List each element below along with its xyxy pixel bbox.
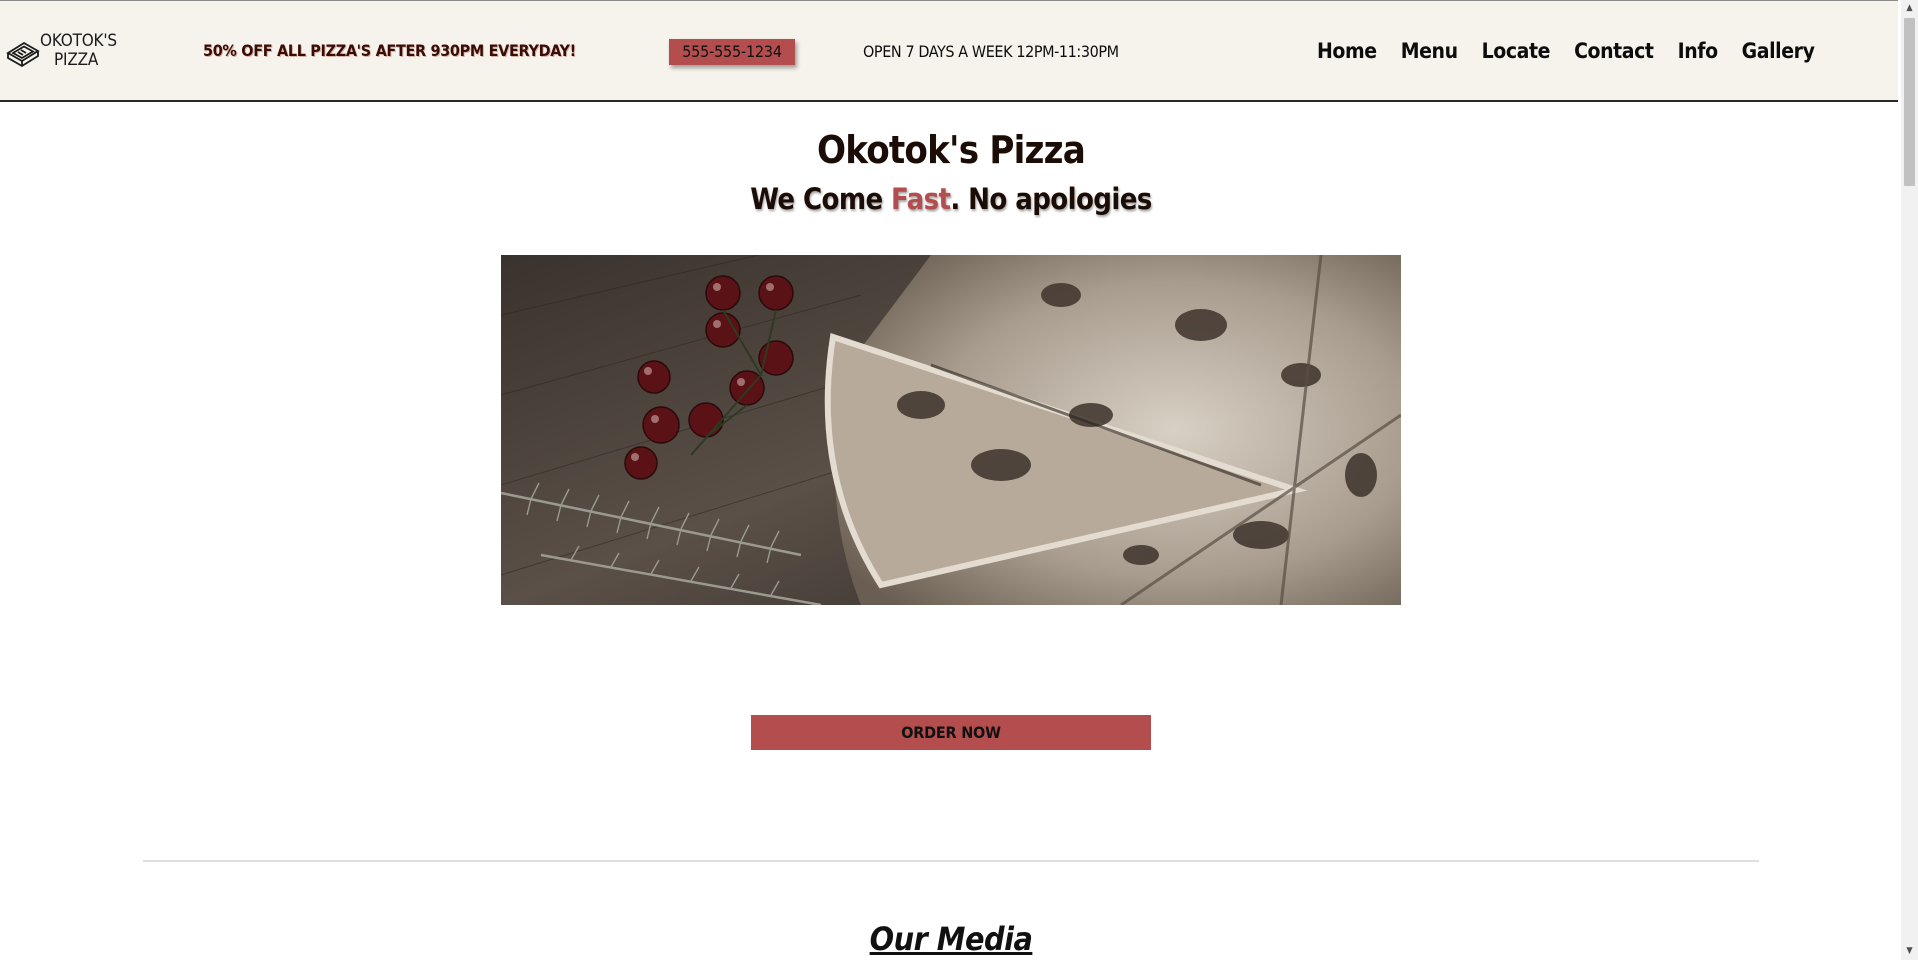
page: OKOTOK'S PIZZA 50% OFF ALL PIZZA'S AFTER… bbox=[0, 0, 1918, 960]
nav-locate[interactable]: Locate bbox=[1482, 39, 1551, 63]
phone-number[interactable]: 555-555-1234 bbox=[669, 39, 795, 65]
logo-text-line1: OKOTOK'S bbox=[40, 31, 117, 51]
our-media-heading: Our Media bbox=[869, 920, 1033, 958]
hero-pizza-image bbox=[501, 255, 1401, 605]
subtitle-pre: We Come bbox=[750, 182, 892, 216]
logo[interactable]: OKOTOK'S PIZZA bbox=[4, 29, 117, 77]
subtitle-accent: Fast bbox=[891, 182, 951, 216]
scroll-down-arrow-icon[interactable]: ▼ bbox=[1901, 943, 1918, 960]
logo-text-line2: PIZZA bbox=[54, 50, 99, 70]
top-bar: OKOTOK'S PIZZA 50% OFF ALL PIZZA'S AFTER… bbox=[0, 0, 1898, 102]
promo-banner: 50% OFF ALL PIZZA'S AFTER 930PM EVERYDAY… bbox=[203, 41, 576, 60]
nav-info[interactable]: Info bbox=[1678, 39, 1718, 63]
pizza-photo-icon bbox=[501, 255, 1401, 605]
hero-title: Okotok's Pizza bbox=[817, 128, 1086, 172]
subtitle-post: . No apologies bbox=[950, 182, 1152, 216]
main-nav: Home Menu Locate Contact Info Gallery bbox=[1317, 39, 1815, 63]
hero-subtitle: We Come Fast. No apologies bbox=[0, 182, 1902, 216]
scroll-up-arrow-icon[interactable]: ▲ bbox=[1901, 0, 1918, 17]
nav-gallery[interactable]: Gallery bbox=[1742, 39, 1815, 63]
order-now-button[interactable]: ORDER NOW bbox=[751, 715, 1151, 750]
nav-home[interactable]: Home bbox=[1317, 39, 1377, 63]
section-divider bbox=[143, 860, 1759, 862]
pizza-box-icon bbox=[6, 41, 40, 68]
nav-contact[interactable]: Contact bbox=[1574, 39, 1654, 63]
opening-hours: OPEN 7 DAYS A WEEK 12PM-11:30PM bbox=[863, 42, 1119, 61]
vertical-scrollbar[interactable]: ▲ ▼ bbox=[1901, 0, 1918, 960]
nav-menu[interactable]: Menu bbox=[1401, 39, 1458, 63]
scrollbar-thumb[interactable] bbox=[1904, 18, 1915, 186]
